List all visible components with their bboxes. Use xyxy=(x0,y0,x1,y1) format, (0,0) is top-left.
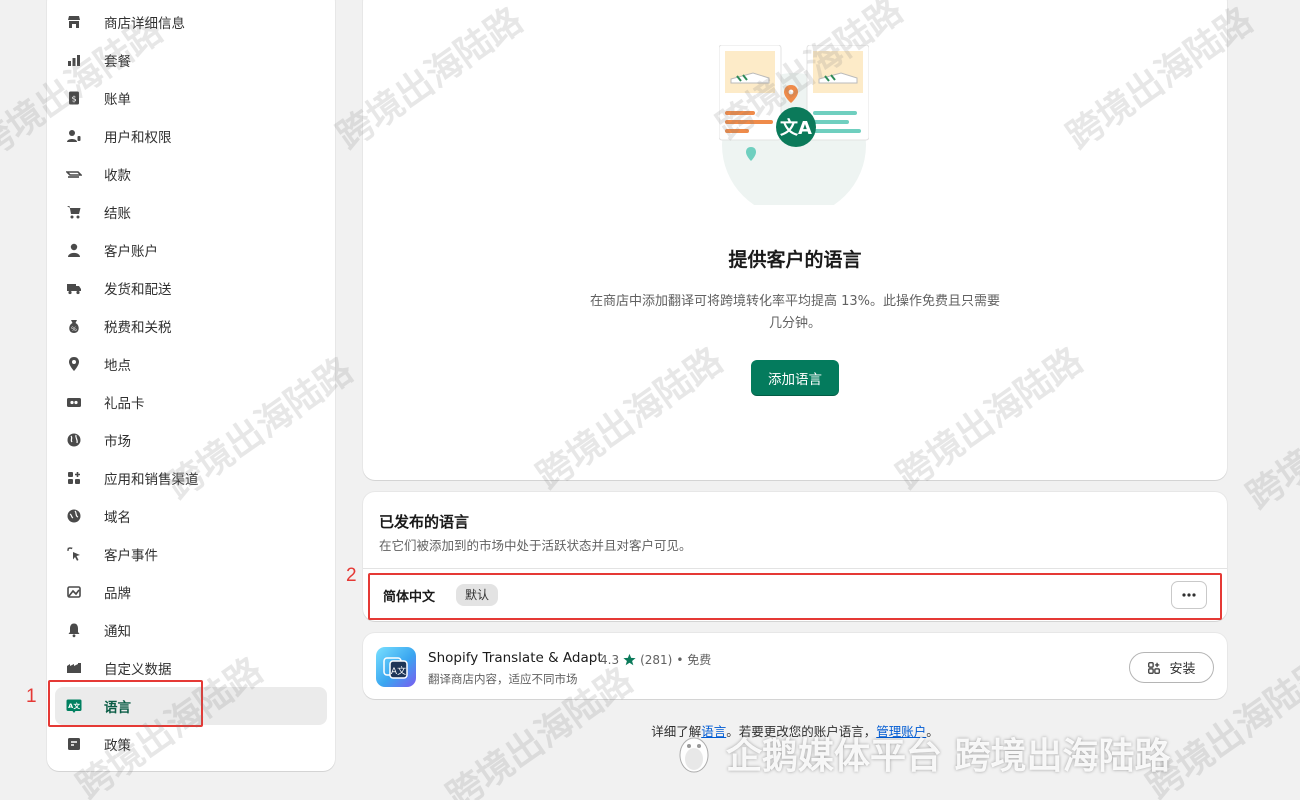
app-price: • 免费 xyxy=(676,653,712,667)
sidebar-item-markets[interactable]: 市场 xyxy=(55,421,327,459)
sidebar-item-gift-cards[interactable]: 礼品卡 xyxy=(55,383,327,421)
apps-add-icon xyxy=(1148,661,1161,674)
checkout-cart-icon xyxy=(65,203,83,221)
shipping-truck-icon xyxy=(65,279,83,297)
sidebar-item-label: 客户事件 xyxy=(104,548,158,564)
sidebar-item-policies[interactable]: 政策 xyxy=(55,725,327,763)
sidebar-item-brand[interactable]: 品牌 xyxy=(55,573,327,611)
watermark: 跨境出海陆路 xyxy=(1239,360,1300,518)
sidebar-item-label: 结账 xyxy=(104,206,131,222)
sidebar-item-label: 政策 xyxy=(104,738,131,754)
sidebar-item-label: 收款 xyxy=(104,168,131,184)
sidebar-item-label: 品牌 xyxy=(104,586,131,602)
sidebar-item-label: 应用和销售渠道 xyxy=(104,472,199,488)
store-icon xyxy=(65,13,83,31)
settings-nav: 商店详细信息 套餐 $ 账单 用户和权限 收款 结账 客户账户 发货和配送 % … xyxy=(55,3,327,763)
sidebar-item-label: 商店详细信息 xyxy=(104,16,185,32)
app-name[interactable]: Shopify Translate & Adapt xyxy=(428,650,603,666)
svg-text:$: $ xyxy=(71,95,76,104)
annotation-number-1: 1 xyxy=(26,686,37,707)
sidebar-item-label: 税费和关税 xyxy=(104,320,172,336)
sidebar-item-label: 账单 xyxy=(104,92,131,108)
annotation-box-1 xyxy=(48,680,203,727)
sidebar-item-notifications[interactable]: 通知 xyxy=(55,611,327,649)
svg-text:%: % xyxy=(71,326,77,333)
bell-icon xyxy=(65,621,83,639)
billing-icon: $ xyxy=(65,89,83,107)
sidebar-item-customer-events[interactable]: 客户事件 xyxy=(55,535,327,573)
taxes-icon: % xyxy=(65,317,83,335)
install-label: 安装 xyxy=(1169,662,1196,677)
sidebar-item-taxes[interactable]: % 税费和关税 xyxy=(55,307,327,345)
customer-events-icon xyxy=(65,545,83,563)
svg-text:A文: A文 xyxy=(391,665,406,677)
sidebar-item-plan[interactable]: 套餐 xyxy=(55,41,327,79)
settings-sidebar: 商店详细信息 套餐 $ 账单 用户和权限 收款 结账 客户账户 发货和配送 % … xyxy=(47,0,335,771)
annotation-number-2: 2 xyxy=(346,565,357,586)
sidebar-item-payments[interactable]: 收款 xyxy=(55,155,327,193)
platform-watermark: 企鹅媒体平台 跨境出海陆路 xyxy=(672,728,1171,778)
sidebar-item-label: 市场 xyxy=(104,434,131,450)
sidebar-item-shipping[interactable]: 发货和配送 xyxy=(55,269,327,307)
published-languages-title: 已发布的语言 xyxy=(379,513,470,531)
translate-adapt-app-icon: A文 xyxy=(376,647,416,687)
svg-text:文A: 文A xyxy=(780,117,812,139)
markets-globe-icon xyxy=(65,431,83,449)
sidebar-item-users[interactable]: 用户和权限 xyxy=(55,117,327,155)
add-language-button[interactable]: 添加语言 xyxy=(751,360,839,396)
annotation-box-2 xyxy=(368,573,1222,620)
translate-app-card: A文 Shopify Translate & Adapt 4.3 (281) •… xyxy=(363,633,1227,699)
payments-icon xyxy=(65,165,83,183)
sidebar-item-label: 礼品卡 xyxy=(104,396,145,412)
sidebar-item-label: 用户和权限 xyxy=(104,130,172,146)
sidebar-item-apps[interactable]: 应用和销售渠道 xyxy=(55,459,327,497)
location-pin-icon xyxy=(65,355,83,373)
hero-title: 提供客户的语言 xyxy=(728,249,862,271)
install-app-button[interactable]: 安装 xyxy=(1129,652,1214,683)
domains-globe-icon xyxy=(65,507,83,525)
sidebar-item-label: 套餐 xyxy=(104,54,131,70)
published-languages-subtitle: 在它们被添加到的市场中处于活跃状态并且对客户可见。 xyxy=(379,538,692,553)
sidebar-item-billing[interactable]: $ 账单 xyxy=(55,79,327,117)
platform-watermark-text: 企鹅媒体平台 跨境出海陆路 xyxy=(726,736,1171,777)
users-icon xyxy=(65,127,83,145)
sidebar-item-label: 地点 xyxy=(104,358,131,374)
customer-account-icon xyxy=(65,241,83,259)
brand-icon xyxy=(65,583,83,601)
sidebar-item-label: 发货和配送 xyxy=(104,282,172,298)
star-icon xyxy=(623,653,636,666)
sidebar-item-label: 域名 xyxy=(104,510,131,526)
sidebar-item-customer-accounts[interactable]: 客户账户 xyxy=(55,231,327,269)
sidebar-item-label: 自定义数据 xyxy=(104,662,172,678)
app-meta: 4.3 (281) • 免费 xyxy=(600,651,711,668)
hero-description: 在商店中添加翻译可将跨境转化率平均提高 13%。此操作免费且只需要几分钟。 xyxy=(589,294,1001,331)
translation-illustration: 文A xyxy=(719,45,869,205)
penguin-logo-icon xyxy=(679,737,709,773)
app-reviews: (281) xyxy=(640,652,673,667)
sidebar-item-checkout[interactable]: 结账 xyxy=(55,193,327,231)
sidebar-item-locations[interactable]: 地点 xyxy=(55,345,327,383)
sidebar-item-label: 通知 xyxy=(104,624,131,640)
app-rating: 4.3 xyxy=(600,652,620,667)
gift-card-icon xyxy=(65,393,83,411)
custom-data-icon xyxy=(65,659,83,677)
languages-hero-card: 文A 提供客户的语言 在商店中添加翻译可将跨境转化率平均提高 13%。此操作免费… xyxy=(363,0,1227,480)
sidebar-item-domains[interactable]: 域名 xyxy=(55,497,327,535)
sidebar-item-store-details[interactable]: 商店详细信息 xyxy=(55,3,327,41)
sidebar-item-label: 客户账户 xyxy=(104,244,158,260)
app-description: 翻译商店内容，适应不同市场 xyxy=(428,672,578,686)
policies-icon xyxy=(65,735,83,753)
apps-icon xyxy=(65,469,83,487)
plan-icon xyxy=(65,51,83,69)
